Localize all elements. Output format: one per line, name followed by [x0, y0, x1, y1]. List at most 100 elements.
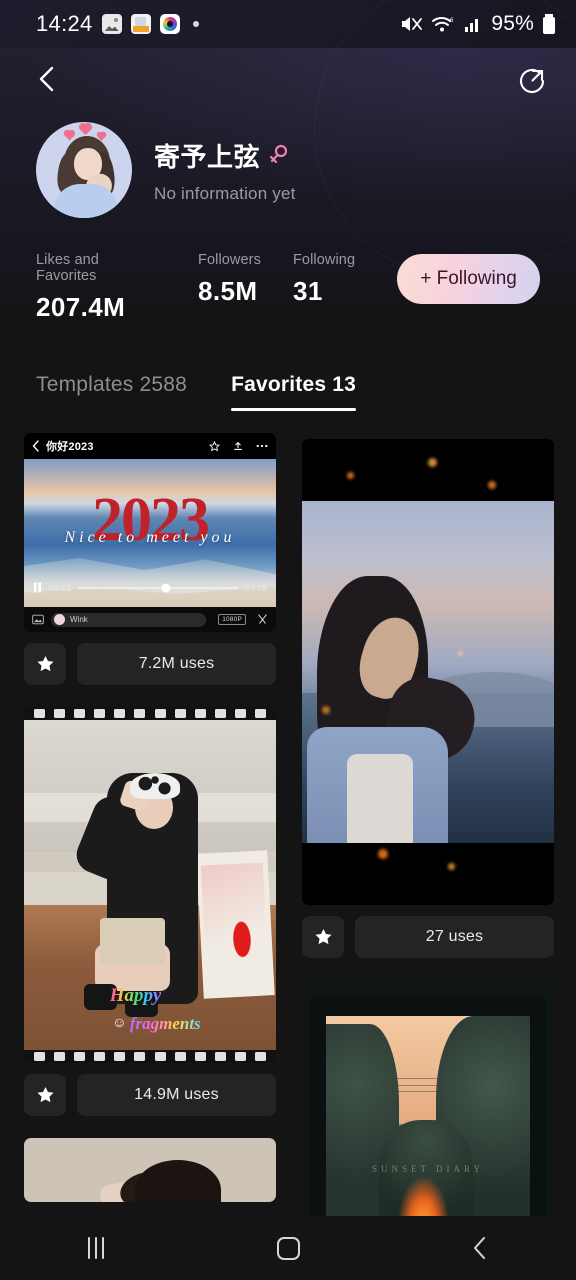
favorite-button[interactable] — [24, 643, 66, 685]
more-options-icon[interactable] — [256, 444, 268, 448]
file-icon — [130, 14, 151, 34]
svg-text:6: 6 — [450, 18, 454, 24]
back-button[interactable] — [384, 1235, 576, 1261]
uses-count-button[interactable]: 27 uses — [355, 916, 554, 958]
photo-caption: SUNSET DIARY — [371, 1164, 485, 1175]
grid-card-partial[interactable] — [24, 1138, 276, 1202]
gallery-icon[interactable] — [32, 614, 44, 625]
following-button[interactable]: + Following — [397, 254, 540, 304]
tab-label: Templates 2588 — [36, 373, 188, 396]
nav-row — [0, 48, 576, 110]
user-row: 寄予上弦 No information yet — [0, 110, 576, 218]
photo-overlay-text-1: Happy — [109, 985, 162, 1007]
camera-icon — [159, 14, 180, 34]
status-time: 14:24 — [36, 11, 93, 36]
grid-card[interactable]: ☺ Happy fragments 14.9M uses — [24, 707, 276, 1116]
photos-icon — [101, 14, 122, 34]
photo-art — [347, 754, 413, 843]
user-bio: No information yet — [154, 183, 296, 203]
video-frame: 2023 Nice to meet you 00:52 03:28 — [24, 459, 276, 607]
user-name-row: 寄予上弦 — [154, 137, 296, 174]
share-button[interactable] — [514, 61, 550, 97]
photo-art — [134, 1160, 221, 1202]
grid-column-left: 你好2023 2023 Nice to meet you 00:52 03:28… — [24, 433, 276, 1219]
video-progress-bar[interactable] — [78, 583, 238, 592]
stat-label: Following — [292, 252, 356, 268]
card-actions: 7.2M uses — [24, 643, 276, 685]
portrait-thumbnail[interactable] — [302, 439, 554, 905]
home-icon — [276, 1236, 300, 1260]
stat-likes-and-favorites[interactable]: Likes and Favorites 207.4M — [36, 252, 156, 323]
recents-button[interactable] — [0, 1237, 192, 1259]
video-progress-knob[interactable] — [161, 583, 171, 592]
wifi-icon: 6 — [432, 17, 454, 32]
grid-column-right: 27 uses SUNSET DIARY — [302, 439, 554, 1219]
stat-following[interactable]: Following 31 — [293, 252, 355, 307]
avatar-hearts-icon — [62, 123, 112, 144]
stat-followers[interactable]: Followers 8.5M — [198, 252, 261, 307]
recents-icon — [88, 1237, 104, 1259]
status-bar: 14:24 6 95% — [0, 0, 576, 48]
tab-favorites[interactable]: Favorites 13 — [231, 373, 357, 411]
female-gender-icon — [269, 144, 288, 166]
video-bottombar: Wink 1080P — [24, 607, 276, 632]
video-overlay-subtitle: Nice to meet you — [64, 528, 236, 546]
bokeh-light — [347, 471, 355, 479]
photo-art — [399, 1178, 449, 1219]
photo-art — [196, 850, 275, 999]
stat-value: 207.4M — [36, 292, 126, 322]
stat-label: Followers — [198, 252, 261, 268]
grid-card[interactable]: 27 uses — [302, 439, 554, 958]
profile-tabs: Templates 2588 Favorites 13 — [0, 327, 576, 411]
film-perforations-bottom — [24, 1050, 276, 1063]
grid-card[interactable]: 你好2023 2023 Nice to meet you 00:52 03:28… — [24, 433, 276, 685]
video-total-time: 03:28 — [244, 582, 267, 593]
dot-indicator-icon — [192, 21, 199, 27]
bokeh-light — [428, 457, 437, 467]
profile-header: 寄予上弦 No information yet Likes and Favori… — [0, 0, 576, 327]
sunset-trees-thumbnail[interactable]: SUNSET DIARY — [302, 980, 554, 1219]
bokeh-light — [377, 849, 388, 860]
upload-icon[interactable] — [233, 441, 243, 452]
card-actions: 14.9M uses — [24, 1074, 276, 1116]
cut-icon[interactable] — [257, 614, 268, 625]
quality-badge[interactable]: 1080P — [218, 614, 246, 625]
video-title: 你好2023 — [46, 441, 94, 453]
video-player-topbar: 你好2023 — [24, 433, 276, 459]
stat-value: 31 — [292, 276, 323, 306]
grid-card-partial[interactable]: SUNSET DIARY — [302, 980, 554, 1219]
star-outline-icon[interactable] — [209, 440, 220, 452]
video-player-thumbnail[interactable]: 你好2023 2023 Nice to meet you 00:52 03:28… — [24, 433, 276, 632]
templates-grid: 你好2023 2023 Nice to meet you 00:52 03:28… — [0, 411, 576, 1219]
back-button[interactable] — [30, 62, 64, 96]
portrait-photo — [302, 501, 554, 843]
stat-label: Likes and Favorites — [36, 252, 99, 284]
avatar[interactable] — [36, 122, 132, 218]
star-filled-icon — [36, 1086, 54, 1103]
mute-icon — [402, 17, 423, 31]
uses-count-button[interactable]: 14.9M uses — [77, 1074, 276, 1116]
uses-count-button[interactable]: 7.2M uses — [77, 643, 276, 685]
pause-icon[interactable] — [33, 582, 42, 593]
photo-art — [99, 918, 166, 965]
watermark-chip[interactable]: Wink — [51, 612, 206, 627]
sunset-photo: SUNSET DIARY — [326, 1016, 530, 1219]
avatar-art — [54, 184, 118, 218]
film-photo: ☺ Happy fragments — [24, 720, 276, 1050]
partial-thumbnail[interactable] — [24, 1138, 276, 1202]
video-topbar-icons — [209, 440, 268, 452]
video-controls[interactable]: 00:52 03:28 — [24, 582, 276, 593]
battery-icon — [543, 14, 555, 34]
film-strip-thumbnail[interactable]: ☺ Happy fragments — [24, 707, 276, 1063]
favorite-button[interactable] — [24, 1074, 66, 1116]
favorite-button[interactable] — [302, 916, 344, 958]
stat-value: 8.5M — [198, 276, 258, 306]
tab-templates[interactable]: Templates 2588 — [36, 373, 187, 411]
status-bar-right: 6 95% — [399, 12, 556, 36]
chevron-left-icon — [32, 440, 39, 452]
letterbox-bottom — [302, 843, 554, 905]
username: 寄予上弦 — [154, 141, 261, 172]
signal-icon — [465, 19, 479, 32]
home-button[interactable] — [192, 1236, 384, 1260]
smiley-icon: ☺ — [112, 1014, 127, 1031]
